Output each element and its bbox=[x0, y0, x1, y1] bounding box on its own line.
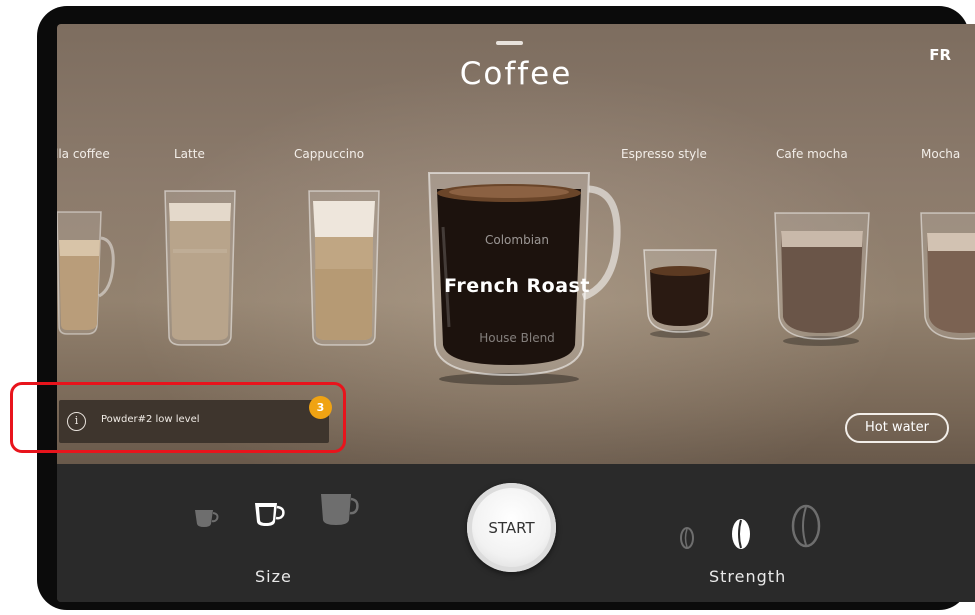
latte-glass[interactable] bbox=[161, 189, 239, 349]
drink-label-latte[interactable]: Latte bbox=[174, 147, 205, 161]
coffee-machine-screen: Coffee FR lla coffee Latte Cappuccino Es… bbox=[57, 24, 975, 602]
drink-label-mocha[interactable]: Mocha bbox=[921, 147, 960, 161]
espresso-glass[interactable] bbox=[642, 248, 720, 338]
strength-label: Strength bbox=[709, 567, 787, 586]
drink-label-cappuccino[interactable]: Cappuccino bbox=[294, 147, 364, 161]
roast-option-selected[interactable]: French Roast bbox=[417, 275, 617, 297]
drag-handle[interactable] bbox=[496, 41, 523, 45]
cafe-mocha-glass[interactable] bbox=[773, 207, 873, 347]
cappuccino-glass[interactable] bbox=[305, 189, 383, 349]
drink-label-vanilla-coffee[interactable]: lla coffee bbox=[57, 147, 110, 161]
drink-label-cafe-mocha[interactable]: Cafe mocha bbox=[776, 147, 848, 161]
mocha-glass[interactable] bbox=[919, 207, 975, 347]
strength-mild-bean-icon[interactable] bbox=[679, 526, 695, 554]
size-large-cup-icon[interactable] bbox=[320, 492, 360, 530]
control-bar: Size START Strength bbox=[57, 464, 975, 602]
drink-label-espresso-style[interactable]: Espresso style bbox=[621, 147, 707, 161]
strength-strong-bean-icon[interactable] bbox=[790, 504, 822, 552]
start-button-label: START bbox=[488, 519, 535, 537]
roast-option-house-blend[interactable]: House Blend bbox=[417, 331, 617, 345]
roast-option-colombian[interactable]: Colombian bbox=[417, 233, 617, 247]
vanilla-coffee-glass[interactable] bbox=[57, 204, 119, 344]
size-small-cup-icon[interactable] bbox=[194, 508, 220, 532]
strength-medium-bean-icon[interactable] bbox=[730, 517, 752, 555]
start-button[interactable]: START bbox=[467, 483, 556, 572]
notification-highlight-box bbox=[10, 382, 346, 453]
size-label: Size bbox=[255, 567, 292, 586]
size-medium-cup-icon[interactable] bbox=[254, 501, 286, 531]
hot-water-button[interactable]: Hot water bbox=[845, 413, 949, 443]
page-title: Coffee bbox=[459, 56, 573, 92]
language-toggle[interactable]: FR bbox=[929, 46, 951, 64]
